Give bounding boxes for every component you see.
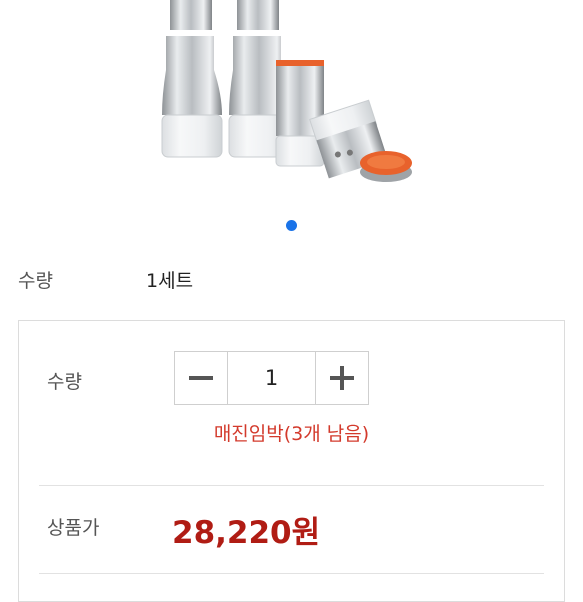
quantity-stepper: 1	[174, 351, 369, 405]
quantity-info-row: 수량 1세트	[0, 258, 583, 298]
quantity-info-label: 수량	[18, 270, 53, 292]
quantity-info-value: 1세트	[146, 270, 194, 292]
plus-icon	[330, 366, 354, 390]
carousel-indicator	[0, 219, 583, 233]
quantity-label: 수량	[47, 371, 82, 393]
divider	[39, 573, 544, 574]
divider	[39, 485, 544, 486]
product-image[interactable]	[0, 0, 583, 200]
decrease-button[interactable]	[175, 352, 228, 404]
increase-button[interactable]	[315, 352, 368, 404]
price-label: 상품가	[47, 517, 100, 539]
quantity-value[interactable]: 1	[228, 352, 315, 404]
spice-bottle-set-photo	[161, 0, 412, 182]
price-value: 28,220원	[172, 515, 321, 551]
order-panel: 수량 1 매진임박(3개 남음) 상품가 28,220원	[18, 320, 565, 602]
minus-icon	[189, 376, 213, 380]
carousel-dot-active[interactable]	[286, 220, 297, 231]
stock-notice: 매진임박(3개 남음)	[213, 423, 370, 445]
